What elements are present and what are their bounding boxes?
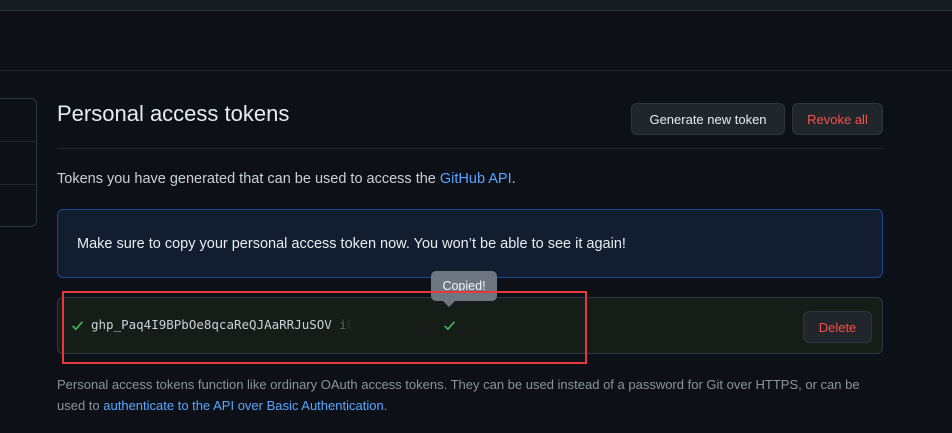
flash-message: Make sure to copy your personal access t… bbox=[77, 236, 626, 252]
sidebar-item[interactable] bbox=[0, 142, 36, 185]
basic-auth-link[interactable]: authenticate to the API over Basic Authe… bbox=[103, 398, 383, 413]
title-divider bbox=[57, 148, 883, 149]
intro-text: Tokens you have generated that can be us… bbox=[57, 171, 516, 187]
annotation-highlight-box bbox=[62, 291, 587, 364]
sidebar-item[interactable] bbox=[0, 185, 36, 226]
settings-sidebar bbox=[0, 98, 37, 227]
subheader-divider bbox=[0, 70, 952, 71]
footnote-suffix: . bbox=[383, 398, 388, 413]
intro-text-label: Tokens you have generated that can be us… bbox=[57, 171, 440, 187]
generate-new-token-button[interactable]: Generate new token bbox=[631, 103, 785, 135]
page-title: Personal access tokens bbox=[57, 101, 290, 126]
revoke-all-button[interactable]: Revoke all bbox=[792, 103, 883, 135]
copy-token-warning-flash: Make sure to copy your personal access t… bbox=[57, 209, 883, 278]
footnote-text: Personal access tokens function like ord… bbox=[57, 374, 887, 416]
sidebar-item[interactable] bbox=[0, 99, 36, 142]
github-api-link[interactable]: GitHub API bbox=[440, 171, 512, 187]
top-header-bar bbox=[0, 0, 952, 11]
intro-text-suffix: . bbox=[511, 171, 516, 187]
delete-token-button[interactable]: Delete bbox=[803, 311, 872, 343]
